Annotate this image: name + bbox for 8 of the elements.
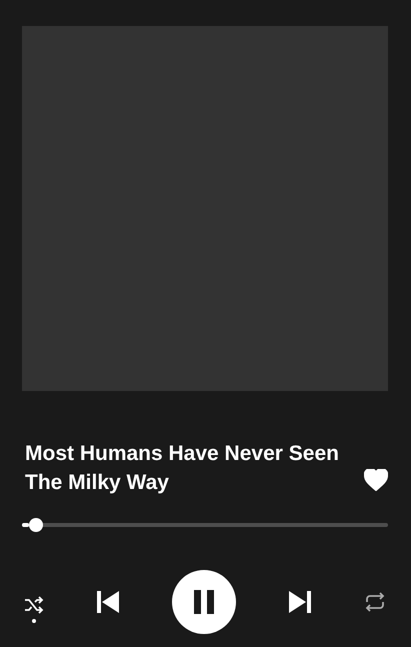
shuffle-button[interactable] bbox=[24, 596, 44, 622]
pause-icon bbox=[193, 590, 215, 614]
previous-button[interactable] bbox=[96, 590, 120, 614]
progress-thumb[interactable] bbox=[29, 518, 44, 532]
track-title: Most Humans Have Never Seen The Milky Way bbox=[25, 441, 340, 496]
repeat-button[interactable] bbox=[364, 592, 386, 612]
next-button[interactable] bbox=[288, 590, 312, 614]
like-button[interactable] bbox=[364, 469, 388, 491]
